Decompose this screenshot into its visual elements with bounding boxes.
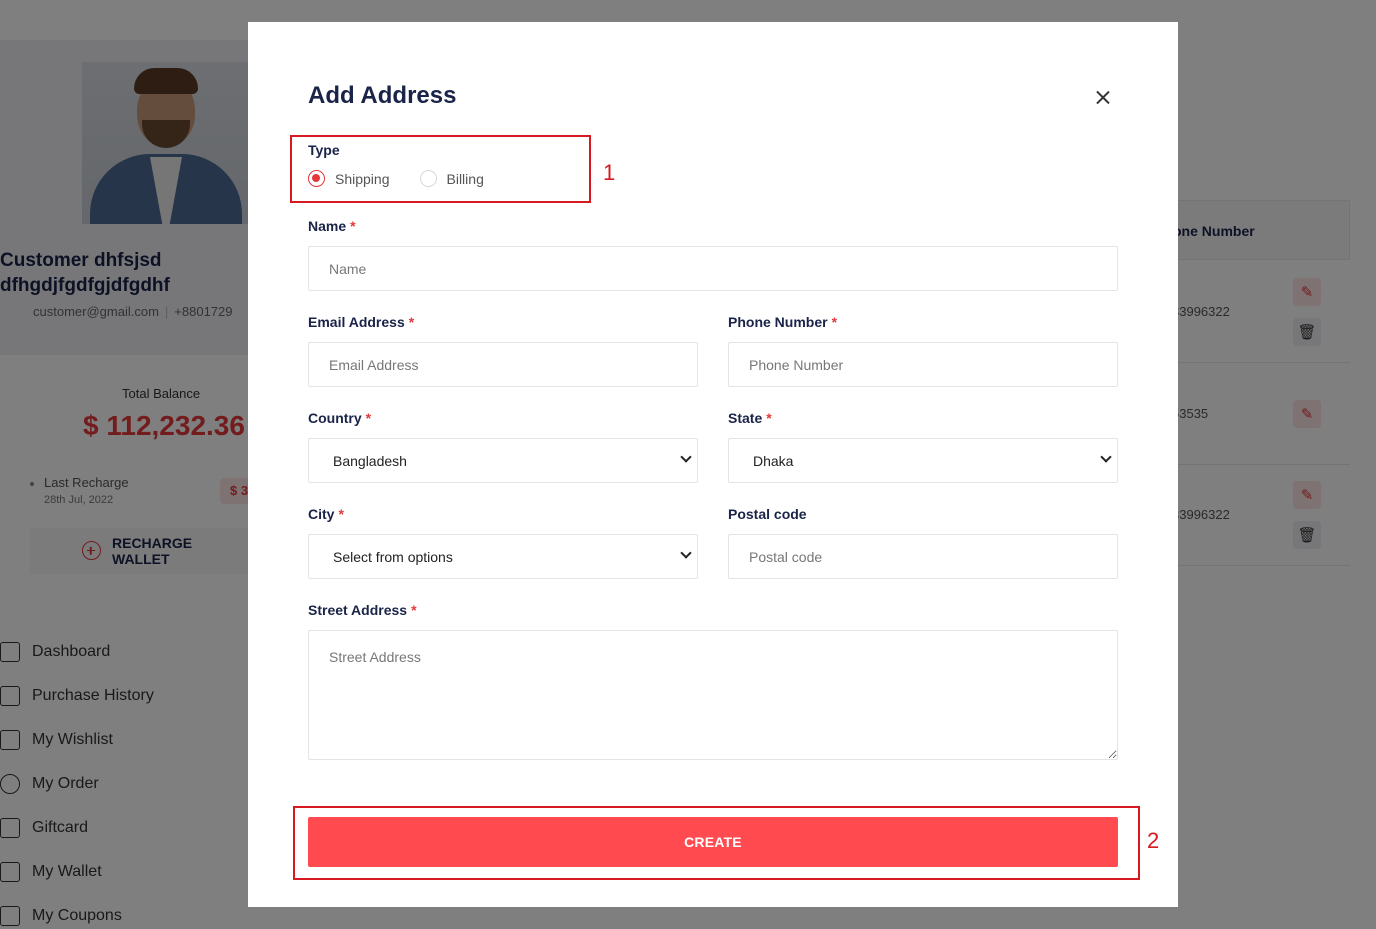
country-select-wrap: Bangladesh bbox=[308, 438, 698, 483]
city-select-wrap: Select from options bbox=[308, 534, 698, 579]
street-address-textarea[interactable] bbox=[308, 630, 1118, 760]
state-label: State * bbox=[728, 410, 772, 426]
street-label: Street Address * bbox=[308, 602, 417, 618]
annotation-box-2 bbox=[293, 806, 1140, 880]
annotation-number-2: 2 bbox=[1147, 828, 1160, 853]
postal-code-input[interactable] bbox=[728, 534, 1118, 579]
annotation-box-1 bbox=[290, 135, 591, 203]
phone-input[interactable] bbox=[728, 342, 1118, 387]
postal-label: Postal code bbox=[728, 506, 807, 522]
modal-title: Add Address bbox=[308, 82, 457, 109]
close-icon[interactable] bbox=[1091, 86, 1115, 110]
email-label: Email Address * bbox=[308, 314, 415, 330]
state-select-wrap: Dhaka bbox=[728, 438, 1118, 483]
email-input[interactable] bbox=[308, 342, 698, 387]
phone-label: Phone Number * bbox=[728, 314, 838, 330]
name-input[interactable] bbox=[308, 246, 1118, 291]
name-label: Name * bbox=[308, 218, 356, 234]
annotation-number-1: 1 bbox=[603, 160, 616, 185]
state-select[interactable]: Dhaka bbox=[728, 438, 1118, 483]
country-select[interactable]: Bangladesh bbox=[308, 438, 698, 483]
city-label: City * bbox=[308, 506, 344, 522]
city-select[interactable]: Select from options bbox=[308, 534, 698, 579]
country-label: Country * bbox=[308, 410, 372, 426]
